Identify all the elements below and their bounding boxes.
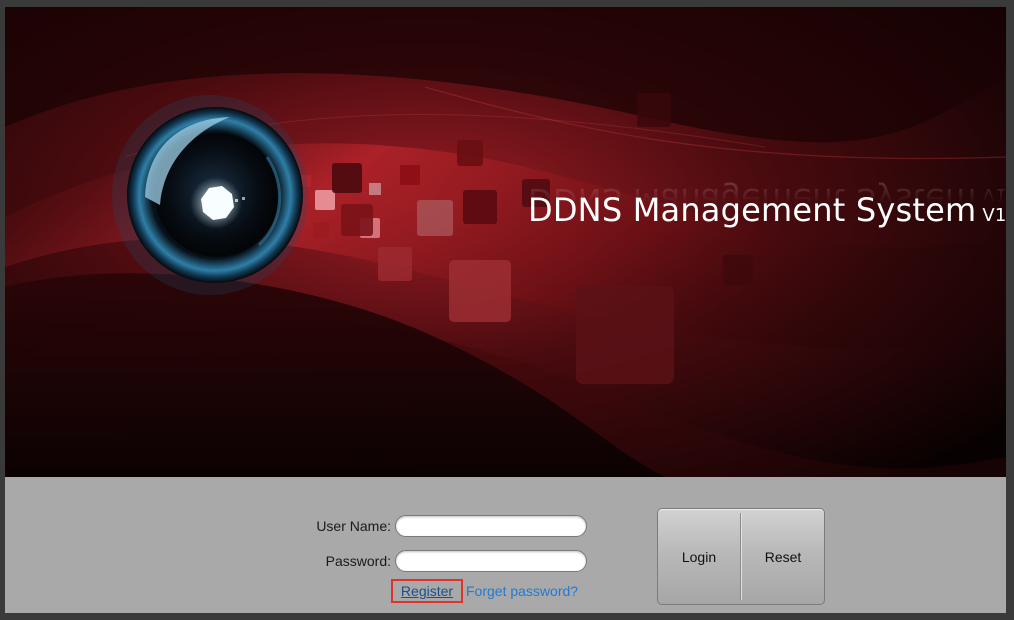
hero-banner: DDNS Management SystemV1.0 DDNS Manageme… <box>5 7 1006 477</box>
login-button-group: Login Reset <box>657 508 825 605</box>
version-label: V1.0 <box>982 205 1006 226</box>
hero-background <box>5 7 1006 477</box>
app-window: DDNS Management SystemV1.0 DDNS Manageme… <box>5 7 1006 613</box>
camera-lens-icon <box>112 95 308 295</box>
username-label: User Name: <box>316 518 391 534</box>
password-label: Password: <box>325 553 391 569</box>
login-panel: User Name: Password: Register Forget pas… <box>5 477 1006 613</box>
reset-button[interactable]: Reset <box>742 509 824 604</box>
register-link[interactable]: Register <box>391 579 463 603</box>
forget-password-link[interactable]: Forget password? <box>466 583 578 599</box>
page-title: DDNS Management SystemV1.0 <box>528 191 1006 229</box>
login-button[interactable]: Login <box>658 509 740 604</box>
username-input[interactable] <box>395 515 587 537</box>
password-input[interactable] <box>395 550 587 572</box>
